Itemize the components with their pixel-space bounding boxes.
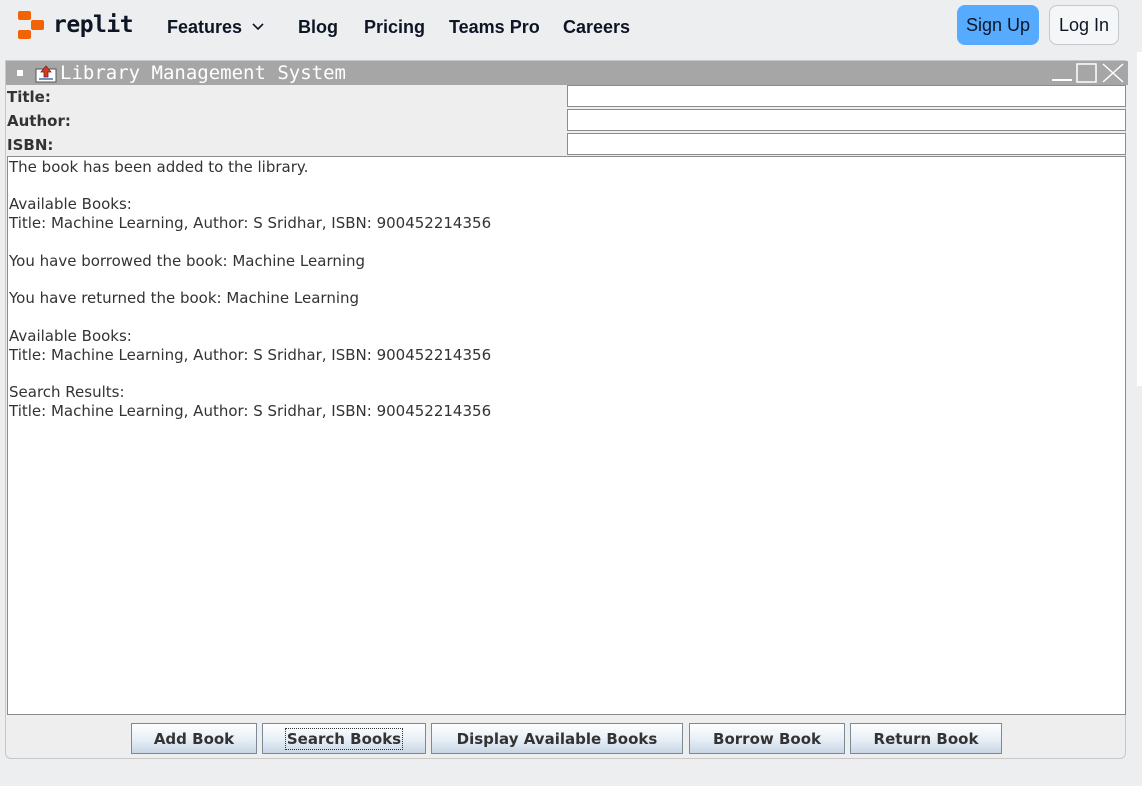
author-label: Author: [7,112,71,130]
replit-logo[interactable]: replit [18,11,134,39]
title-input[interactable] [567,85,1126,107]
author-row: Author: [6,109,1127,133]
display-available-books-label: Display Available Books [456,729,658,748]
title-label: Title: [7,88,51,106]
author-input[interactable] [567,109,1126,131]
button-bar: Add Book Search Books Display Available … [6,723,1127,755]
output-line: The book has been added to the library. [9,158,309,176]
nav-features[interactable]: Features [167,15,264,38]
search-books-button[interactable]: Search Books [262,723,426,754]
search-books-label: Search Books [284,727,404,750]
isbn-row: ISBN: [6,133,1127,157]
sign-up-button[interactable]: Sign Up [957,5,1039,45]
return-book-label: Return Book [873,729,979,748]
window-titlebar[interactable]: Library Management System [6,61,1128,85]
nav-pricing[interactable]: Pricing [364,17,425,38]
output-text-area[interactable]: The book has been added to the library. … [7,156,1126,715]
output-line: You have returned the book: Machine Lear… [9,289,360,307]
output-line: You have borrowed the book: Machine Lear… [9,252,366,270]
page-edge-strip [1137,52,1142,386]
nav-careers[interactable]: Careers [563,17,630,38]
nav-teams-pro[interactable]: Teams Pro [449,17,540,38]
close-icon[interactable] [1102,63,1124,83]
log-in-button[interactable]: Log In [1049,5,1119,45]
system-menu-icon[interactable] [17,70,23,76]
borrow-book-button[interactable]: Borrow Book [689,723,845,754]
output-line: Available Books: [9,327,132,345]
output-line: Title: Machine Learning, Author: S Sridh… [9,402,492,420]
minimize-icon[interactable] [1051,63,1073,83]
borrow-book-label: Borrow Book [713,729,821,748]
brand-name: replit [53,12,134,38]
nav-blog[interactable]: Blog [298,17,338,38]
isbn-label: ISBN: [7,136,54,154]
add-book-button[interactable]: Add Book [131,723,257,754]
top-navigation: replit Features Blog Pricing Teams Pro C… [0,0,1142,52]
maximize-icon[interactable] [1076,63,1098,83]
isbn-input[interactable] [567,133,1126,155]
replit-logo-icon [18,11,44,39]
output-line: Title: Machine Learning, Author: S Sridh… [9,346,492,364]
chevron-down-icon [252,15,264,36]
library-window: Library Management System Title: Author:… [5,60,1128,759]
display-available-books-button[interactable]: Display Available Books [431,723,683,754]
output-line: Search Results: [9,383,125,401]
title-row: Title: [6,85,1127,109]
return-book-button[interactable]: Return Book [850,723,1002,754]
output-line: Available Books: [9,195,132,213]
nav-features-label: Features [167,17,243,37]
java-app-icon [35,64,57,83]
output-line: Title: Machine Learning, Author: S Sridh… [9,214,492,232]
add-book-label: Add Book [153,729,235,748]
window-title: Library Management System [60,62,346,84]
